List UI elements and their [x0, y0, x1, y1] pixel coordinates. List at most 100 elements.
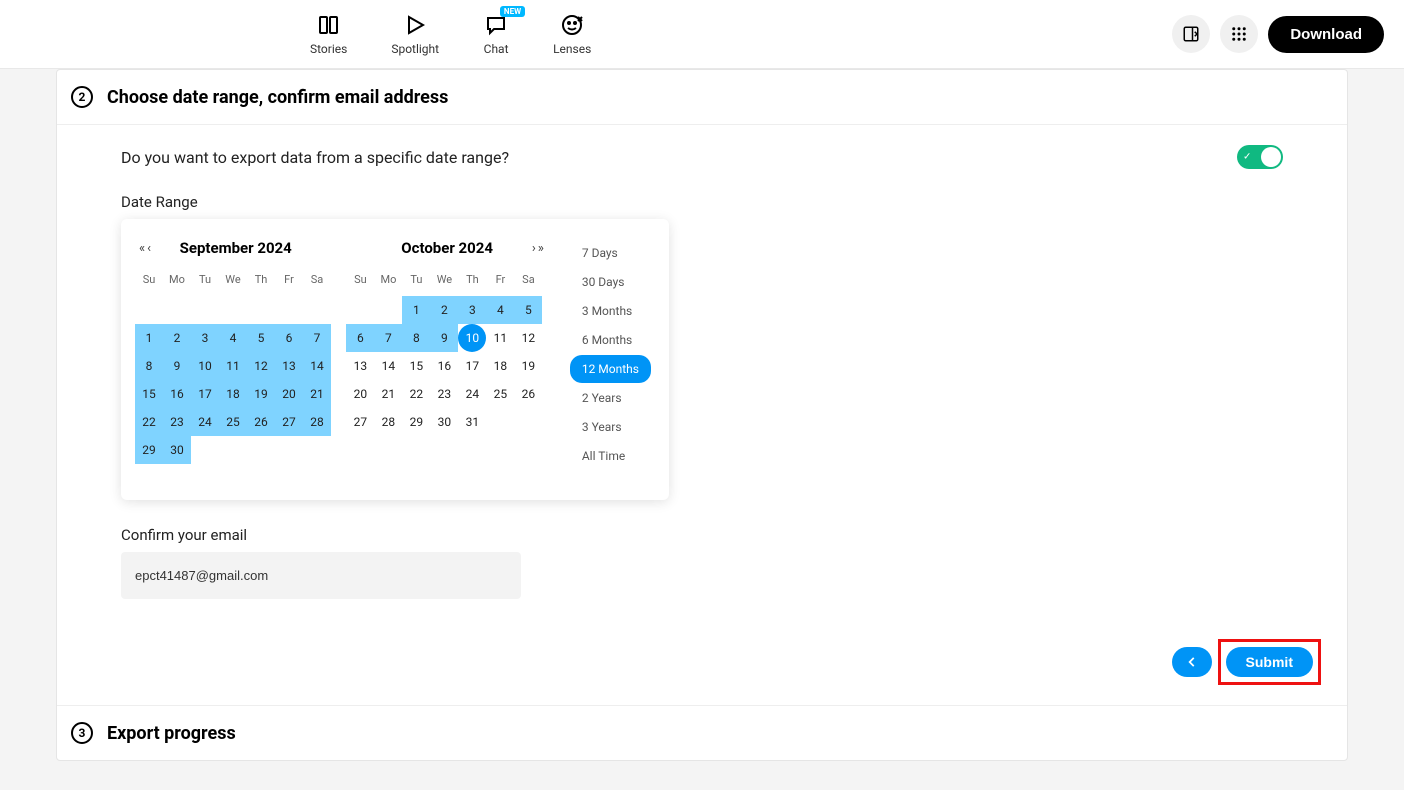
day-cell[interactable]: 18	[486, 352, 514, 380]
day-cell[interactable]: 14	[374, 352, 402, 380]
day-cell[interactable]: 20	[346, 380, 374, 408]
submit-button[interactable]: Submit	[1226, 647, 1313, 677]
day-cell	[374, 296, 402, 324]
day-cell[interactable]: 7	[303, 324, 331, 352]
day-cell[interactable]: 23	[163, 408, 191, 436]
day-cell[interactable]: 3	[458, 296, 486, 324]
apps-icon-button[interactable]	[1220, 15, 1258, 53]
day-cell[interactable]: 30	[430, 408, 458, 436]
question-text: Do you want to export data from a specif…	[121, 148, 509, 167]
day-cell[interactable]: 11	[486, 324, 514, 352]
day-cell[interactable]: 16	[163, 380, 191, 408]
date-range-toggle[interactable]: ✓	[1237, 145, 1283, 169]
step2-number: 2	[71, 86, 93, 108]
nav-chat[interactable]: NEW Chat	[483, 12, 509, 56]
email-field[interactable]	[121, 552, 521, 599]
dow-cell: Th	[247, 269, 275, 290]
day-cell[interactable]: 5	[514, 296, 542, 324]
cal-prev[interactable]: « ‹	[139, 241, 151, 256]
day-cell[interactable]: 9	[430, 324, 458, 352]
day-cell[interactable]: 29	[402, 408, 430, 436]
day-cell[interactable]: 29	[135, 436, 163, 464]
day-cell[interactable]: 27	[346, 408, 374, 436]
day-cell[interactable]: 2	[430, 296, 458, 324]
day-cell[interactable]: 24	[458, 380, 486, 408]
dow-left: SuMoTuWeThFrSa	[135, 269, 336, 290]
day-cell[interactable]: 21	[374, 380, 402, 408]
day-cell[interactable]: 8	[135, 352, 163, 380]
preset-option[interactable]: 2 Years	[570, 384, 651, 412]
day-cell[interactable]: 13	[275, 352, 303, 380]
day-cell	[135, 296, 163, 324]
preset-option[interactable]: 7 Days	[570, 239, 651, 267]
apps-grid-icon	[1230, 25, 1248, 43]
day-cell[interactable]: 28	[374, 408, 402, 436]
nav-lenses-label: Lenses	[553, 42, 591, 56]
day-cell[interactable]: 21	[303, 380, 331, 408]
question-row: Do you want to export data from a specif…	[121, 145, 1283, 169]
back-button[interactable]	[1172, 647, 1212, 677]
step3-header[interactable]: 3 Export progress	[57, 705, 1347, 760]
day-cell[interactable]: 19	[247, 380, 275, 408]
day-cell[interactable]: 28	[303, 408, 331, 436]
day-cell[interactable]: 3	[191, 324, 219, 352]
preset-option[interactable]: 6 Months	[570, 326, 651, 354]
day-cell[interactable]: 6	[346, 324, 374, 352]
day-cell[interactable]: 8	[402, 324, 430, 352]
nav-stories[interactable]: Stories	[310, 12, 347, 56]
day-cell[interactable]: 6	[275, 324, 303, 352]
day-cell[interactable]: 2	[163, 324, 191, 352]
day-cell[interactable]: 18	[219, 380, 247, 408]
day-cell[interactable]: 12	[514, 324, 542, 352]
day-cell[interactable]: 25	[486, 380, 514, 408]
top-nav: Stories Spotlight NEW Chat Lenses	[310, 12, 591, 56]
preset-option[interactable]: All Time	[570, 442, 651, 470]
day-cell[interactable]: 19	[514, 352, 542, 380]
day-cell[interactable]: 23	[430, 380, 458, 408]
preset-option[interactable]: 3 Months	[570, 297, 651, 325]
day-cell[interactable]: 12	[247, 352, 275, 380]
preset-option[interactable]: 3 Years	[570, 413, 651, 441]
day-cell[interactable]: 17	[191, 380, 219, 408]
day-cell[interactable]: 16	[430, 352, 458, 380]
day-cell[interactable]: 30	[163, 436, 191, 464]
day-cell[interactable]: 4	[486, 296, 514, 324]
new-badge: NEW	[500, 6, 525, 17]
day-cell[interactable]: 15	[135, 380, 163, 408]
day-cell[interactable]: 5	[247, 324, 275, 352]
panel-icon-button[interactable]	[1172, 15, 1210, 53]
nav-spotlight[interactable]: Spotlight	[391, 12, 439, 56]
day-cell[interactable]: 25	[219, 408, 247, 436]
day-cell[interactable]: 22	[402, 380, 430, 408]
day-cell[interactable]: 10	[458, 324, 486, 352]
day-cell[interactable]: 14	[303, 352, 331, 380]
day-cell[interactable]: 1	[402, 296, 430, 324]
day-cell[interactable]: 1	[135, 324, 163, 352]
day-cell[interactable]: 13	[346, 352, 374, 380]
cal-next[interactable]: › »	[532, 241, 544, 256]
day-cell[interactable]: 26	[514, 380, 542, 408]
day-cell[interactable]: 4	[219, 324, 247, 352]
day-cell[interactable]: 24	[191, 408, 219, 436]
day-cell[interactable]: 31	[458, 408, 486, 436]
step3-title: Export progress	[107, 723, 236, 744]
day-cell[interactable]: 26	[247, 408, 275, 436]
day-cell	[486, 408, 514, 436]
day-cell[interactable]: 27	[275, 408, 303, 436]
day-cell[interactable]: 9	[163, 352, 191, 380]
day-cell[interactable]: 11	[219, 352, 247, 380]
day-cell[interactable]: 10	[191, 352, 219, 380]
day-cell[interactable]: 22	[135, 408, 163, 436]
nav-chat-label: Chat	[484, 42, 509, 56]
download-button[interactable]: Download	[1268, 16, 1384, 53]
day-cell[interactable]: 15	[402, 352, 430, 380]
nav-lenses[interactable]: Lenses	[553, 12, 591, 56]
chevron-left-icon	[1185, 655, 1199, 669]
page-background: 2 Choose date range, confirm email addre…	[0, 69, 1404, 790]
day-cell[interactable]: 20	[275, 380, 303, 408]
day-cell[interactable]: 17	[458, 352, 486, 380]
preset-option[interactable]: 12 Months	[570, 355, 651, 383]
export-card: 2 Choose date range, confirm email addre…	[56, 69, 1348, 761]
day-cell[interactable]: 7	[374, 324, 402, 352]
preset-option[interactable]: 30 Days	[570, 268, 651, 296]
